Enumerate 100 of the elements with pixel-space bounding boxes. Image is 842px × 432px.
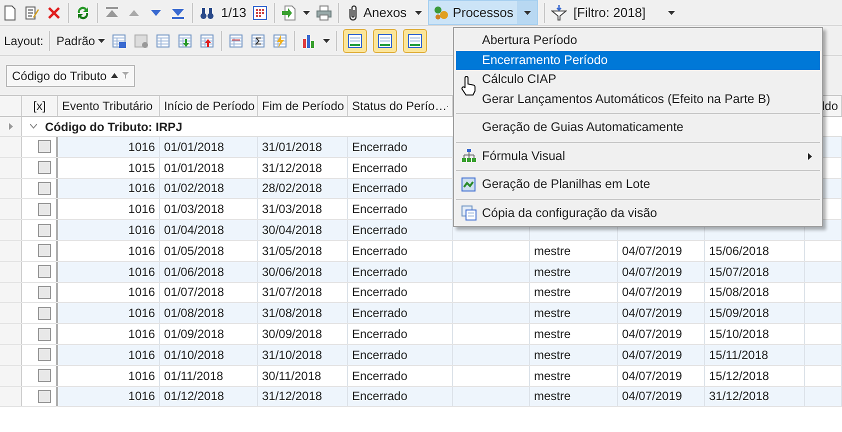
menu-item[interactable]: Encerramento Período: [456, 50, 820, 70]
table-cell: 15/07/2018: [705, 262, 805, 282]
row-header[interactable]: [0, 324, 22, 344]
menu-item[interactable]: Cópia da configuração da visão: [456, 204, 820, 223]
caret-icon: [524, 10, 531, 14]
row-header[interactable]: [0, 262, 22, 282]
table-cell: 1016: [58, 386, 160, 406]
checkbox[interactable]: [38, 306, 51, 320]
table-cell: 1016: [58, 262, 160, 282]
checkbox[interactable]: [38, 286, 51, 299]
checkbox[interactable]: [38, 182, 51, 195]
sort-ascending-icon: [110, 73, 118, 78]
menu-item[interactable]: Cálculo CIAP: [456, 70, 820, 90]
row-header[interactable]: [0, 240, 22, 261]
table-cell: 01/08/2018: [160, 303, 258, 324]
filter-label[interactable]: [Filtro: 2018]: [573, 2, 646, 22]
table-cell: 04/07/2019: [618, 386, 705, 406]
export-arrow-icon[interactable]: [281, 4, 298, 20]
column-layout-icon[interactable]: [228, 32, 244, 48]
checkbox[interactable]: [38, 202, 51, 216]
table-cell: 04/07/2019: [618, 262, 705, 282]
table-cell: mestre: [530, 386, 618, 406]
checkbox[interactable]: [38, 390, 51, 403]
menu-item[interactable]: Geração de Planilhas em Lote: [456, 175, 820, 194]
row-header[interactable]: [0, 117, 22, 136]
calendar-grid-icon[interactable]: [252, 4, 268, 20]
processes-button[interactable]: Processos: [428, 1, 518, 24]
checkbox[interactable]: [38, 224, 51, 237]
import-layout-icon[interactable]: [177, 32, 194, 48]
row-header[interactable]: [0, 158, 22, 178]
group-chip[interactable]: Código do Tributo: [6, 64, 135, 86]
menu-item[interactable]: Fórmula Visual: [456, 146, 820, 166]
group-row-label: Código do Tributo: IRPJ: [45, 118, 182, 136]
row-header[interactable]: [0, 366, 22, 386]
save-layout-icon[interactable]: [111, 32, 128, 48]
column-header[interactable]: Evento Tributário: [62, 97, 153, 115]
table-layout-icon[interactable]: [155, 32, 172, 48]
table-cell: Encerrado: [348, 137, 453, 157]
filter-icon[interactable]: [122, 72, 129, 79]
checkbox[interactable]: [38, 348, 51, 362]
table-cell: 28/02/2018: [258, 178, 348, 198]
column-header[interactable]: Status do Perío…: [352, 97, 447, 115]
row-header[interactable]: [0, 386, 22, 406]
caret-icon[interactable]: [668, 10, 675, 14]
printer-icon[interactable]: [316, 4, 332, 20]
layout-toggle-button[interactable]: [373, 28, 398, 52]
checkbox[interactable]: [38, 328, 51, 341]
processes-split-button[interactable]: Processos: [428, 0, 538, 25]
close-icon[interactable]: [46, 4, 62, 20]
checkbox[interactable]: [38, 161, 51, 174]
column-header[interactable]: [x]: [33, 97, 46, 115]
checkbox[interactable]: [38, 369, 51, 382]
row-header[interactable]: [0, 137, 22, 157]
dropdown-button[interactable]: [517, 1, 538, 24]
export-layout-icon[interactable]: [199, 32, 216, 48]
table-cell: 01/01/2018: [160, 137, 258, 157]
menu-item[interactable]: Geração de Guias Automaticamente: [456, 118, 820, 138]
checkbox[interactable]: [38, 265, 51, 278]
row-header[interactable]: [0, 220, 22, 240]
table-cell: 01/10/2018: [160, 344, 258, 365]
layout-dropdown[interactable]: Padrão: [56, 32, 106, 50]
checkbox[interactable]: [38, 244, 51, 258]
row-header[interactable]: [0, 282, 22, 302]
hierarchy-icon: [461, 148, 477, 164]
table-cell: 31/08/2018: [258, 303, 348, 324]
group-label: Código do Tributo: [12, 68, 107, 84]
row-header[interactable]: [0, 344, 22, 365]
caret-icon[interactable]: [303, 10, 310, 14]
column-header[interactable]: Fim de Período: [262, 97, 344, 115]
table-cell: mestre: [530, 262, 618, 282]
edit-document-icon[interactable]: [24, 4, 40, 20]
table-cell: 1016: [58, 220, 160, 240]
table-cell: 31/10/2018: [258, 344, 348, 365]
table-cell: Encerrado: [348, 262, 453, 282]
table-cell: 31/01/2018: [258, 137, 348, 157]
row-header[interactable]: [0, 178, 22, 198]
caret-icon[interactable]: [414, 10, 422, 14]
attachments-button[interactable]: Anexos: [345, 2, 409, 22]
caret-icon: [98, 38, 106, 42]
column-header[interactable]: Início de Período: [164, 97, 255, 115]
row-header[interactable]: [0, 303, 22, 324]
layout-toggle-button[interactable]: [403, 28, 428, 52]
new-document-icon[interactable]: [2, 4, 18, 20]
column-header[interactable]: ldo: [822, 97, 838, 115]
spreadsheet-icon: [461, 176, 477, 193]
collapse-icon[interactable]: [30, 124, 37, 129]
copy-icon: [461, 205, 477, 222]
table-cell: 15/09/2018: [705, 303, 805, 324]
row-indicator-icon: [8, 123, 12, 130]
row-header[interactable]: [0, 199, 22, 220]
menu-item[interactable]: Gerar Lançamentos Automáticos (Efeito na Parte B): [456, 90, 820, 109]
sum-icon[interactable]: [250, 32, 266, 48]
layout-toggle-button[interactable]: [343, 28, 368, 52]
checkbox[interactable]: [38, 140, 51, 154]
caret-icon[interactable]: [323, 38, 330, 42]
menu-item[interactable]: Abertura Período: [456, 31, 820, 50]
funnel-icon[interactable]: [551, 4, 568, 20]
refresh-icon[interactable]: [75, 4, 91, 20]
table-cell: mestre: [530, 303, 618, 324]
lightning-grid-icon[interactable]: [272, 32, 288, 48]
